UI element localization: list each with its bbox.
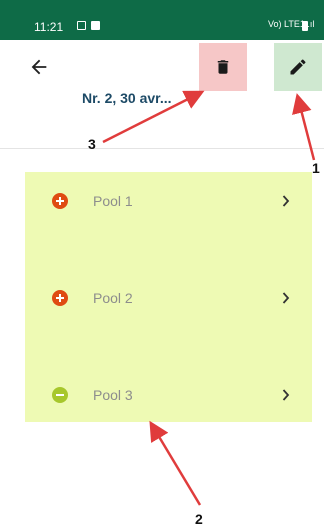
annotation-label-2: 2 xyxy=(195,511,203,527)
annotation-label-3: 3 xyxy=(88,136,96,152)
annotation-label-1: 1 xyxy=(312,160,320,176)
annotation-arrow-1 xyxy=(292,93,316,161)
annotation-arrows xyxy=(102,90,316,506)
annotation-arrow-3 xyxy=(102,90,205,144)
annotation-arrow-2 xyxy=(149,420,202,506)
